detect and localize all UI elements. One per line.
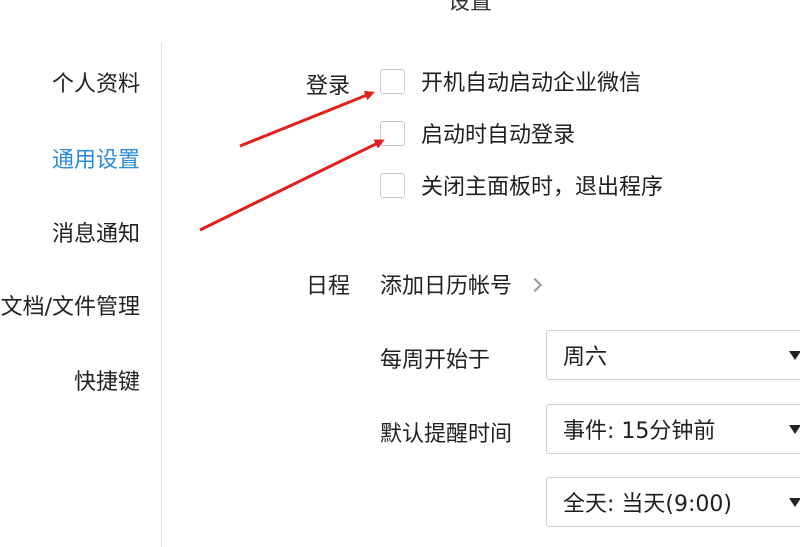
auto-login-checkbox[interactable]: [380, 120, 405, 146]
exit-on-close-option[interactable]: 关闭主面板时，退出程序: [380, 171, 664, 200]
auto-login-option[interactable]: 启动时自动登录: [380, 119, 576, 148]
week-start-value: 周六: [563, 345, 608, 370]
sidebar-divider: [161, 42, 162, 547]
sidebar-item-notifications[interactable]: 消息通知: [0, 216, 162, 248]
auto-login-label: 启动时自动登录: [421, 123, 576, 148]
week-start-label: 每周开始于: [380, 348, 491, 373]
annotation-arrow: [239, 90, 375, 148]
sidebar-item-profile[interactable]: 个人资料: [0, 66, 162, 98]
sidebar-item-general-settings[interactable]: 通用设置: [0, 142, 162, 174]
dropdown-arrow-icon: [789, 425, 800, 434]
annotation-arrow: [199, 139, 385, 232]
event-reminder-value: 事件: 15分钟前: [563, 419, 716, 444]
event-reminder-select[interactable]: 事件: 15分钟前: [546, 404, 800, 454]
dropdown-arrow-icon: [789, 498, 800, 507]
reminder-label: 默认提醒时间: [380, 422, 513, 447]
auto-start-label: 开机自动启动企业微信: [421, 71, 642, 96]
add-calendar-account-label: 添加日历帐号: [380, 274, 513, 299]
dropdown-arrow-icon: [789, 351, 800, 360]
settings-sidebar: 个人资料 通用设置 消息通知 文档/文件管理 快捷键: [0, 0, 162, 547]
sidebar-item-file-management[interactable]: 文档/文件管理: [0, 289, 162, 321]
auto-start-option[interactable]: 开机自动启动企业微信: [380, 67, 642, 96]
allday-reminder-select[interactable]: 全天: 当天(9:00): [546, 477, 800, 527]
auto-start-checkbox[interactable]: [380, 68, 405, 94]
schedule-section-label: 日程: [306, 274, 351, 299]
login-section-label: 登录: [306, 74, 351, 99]
chevron-right-icon: [527, 277, 543, 293]
add-calendar-account-link[interactable]: 添加日历帐号: [380, 268, 543, 300]
exit-on-close-label: 关闭主面板时，退出程序: [421, 175, 664, 200]
allday-reminder-value: 全天: 当天(9:00): [563, 492, 732, 517]
sidebar-item-shortcuts[interactable]: 快捷键: [0, 364, 162, 396]
exit-on-close-checkbox[interactable]: [380, 172, 405, 198]
week-start-select[interactable]: 周六: [546, 330, 800, 380]
